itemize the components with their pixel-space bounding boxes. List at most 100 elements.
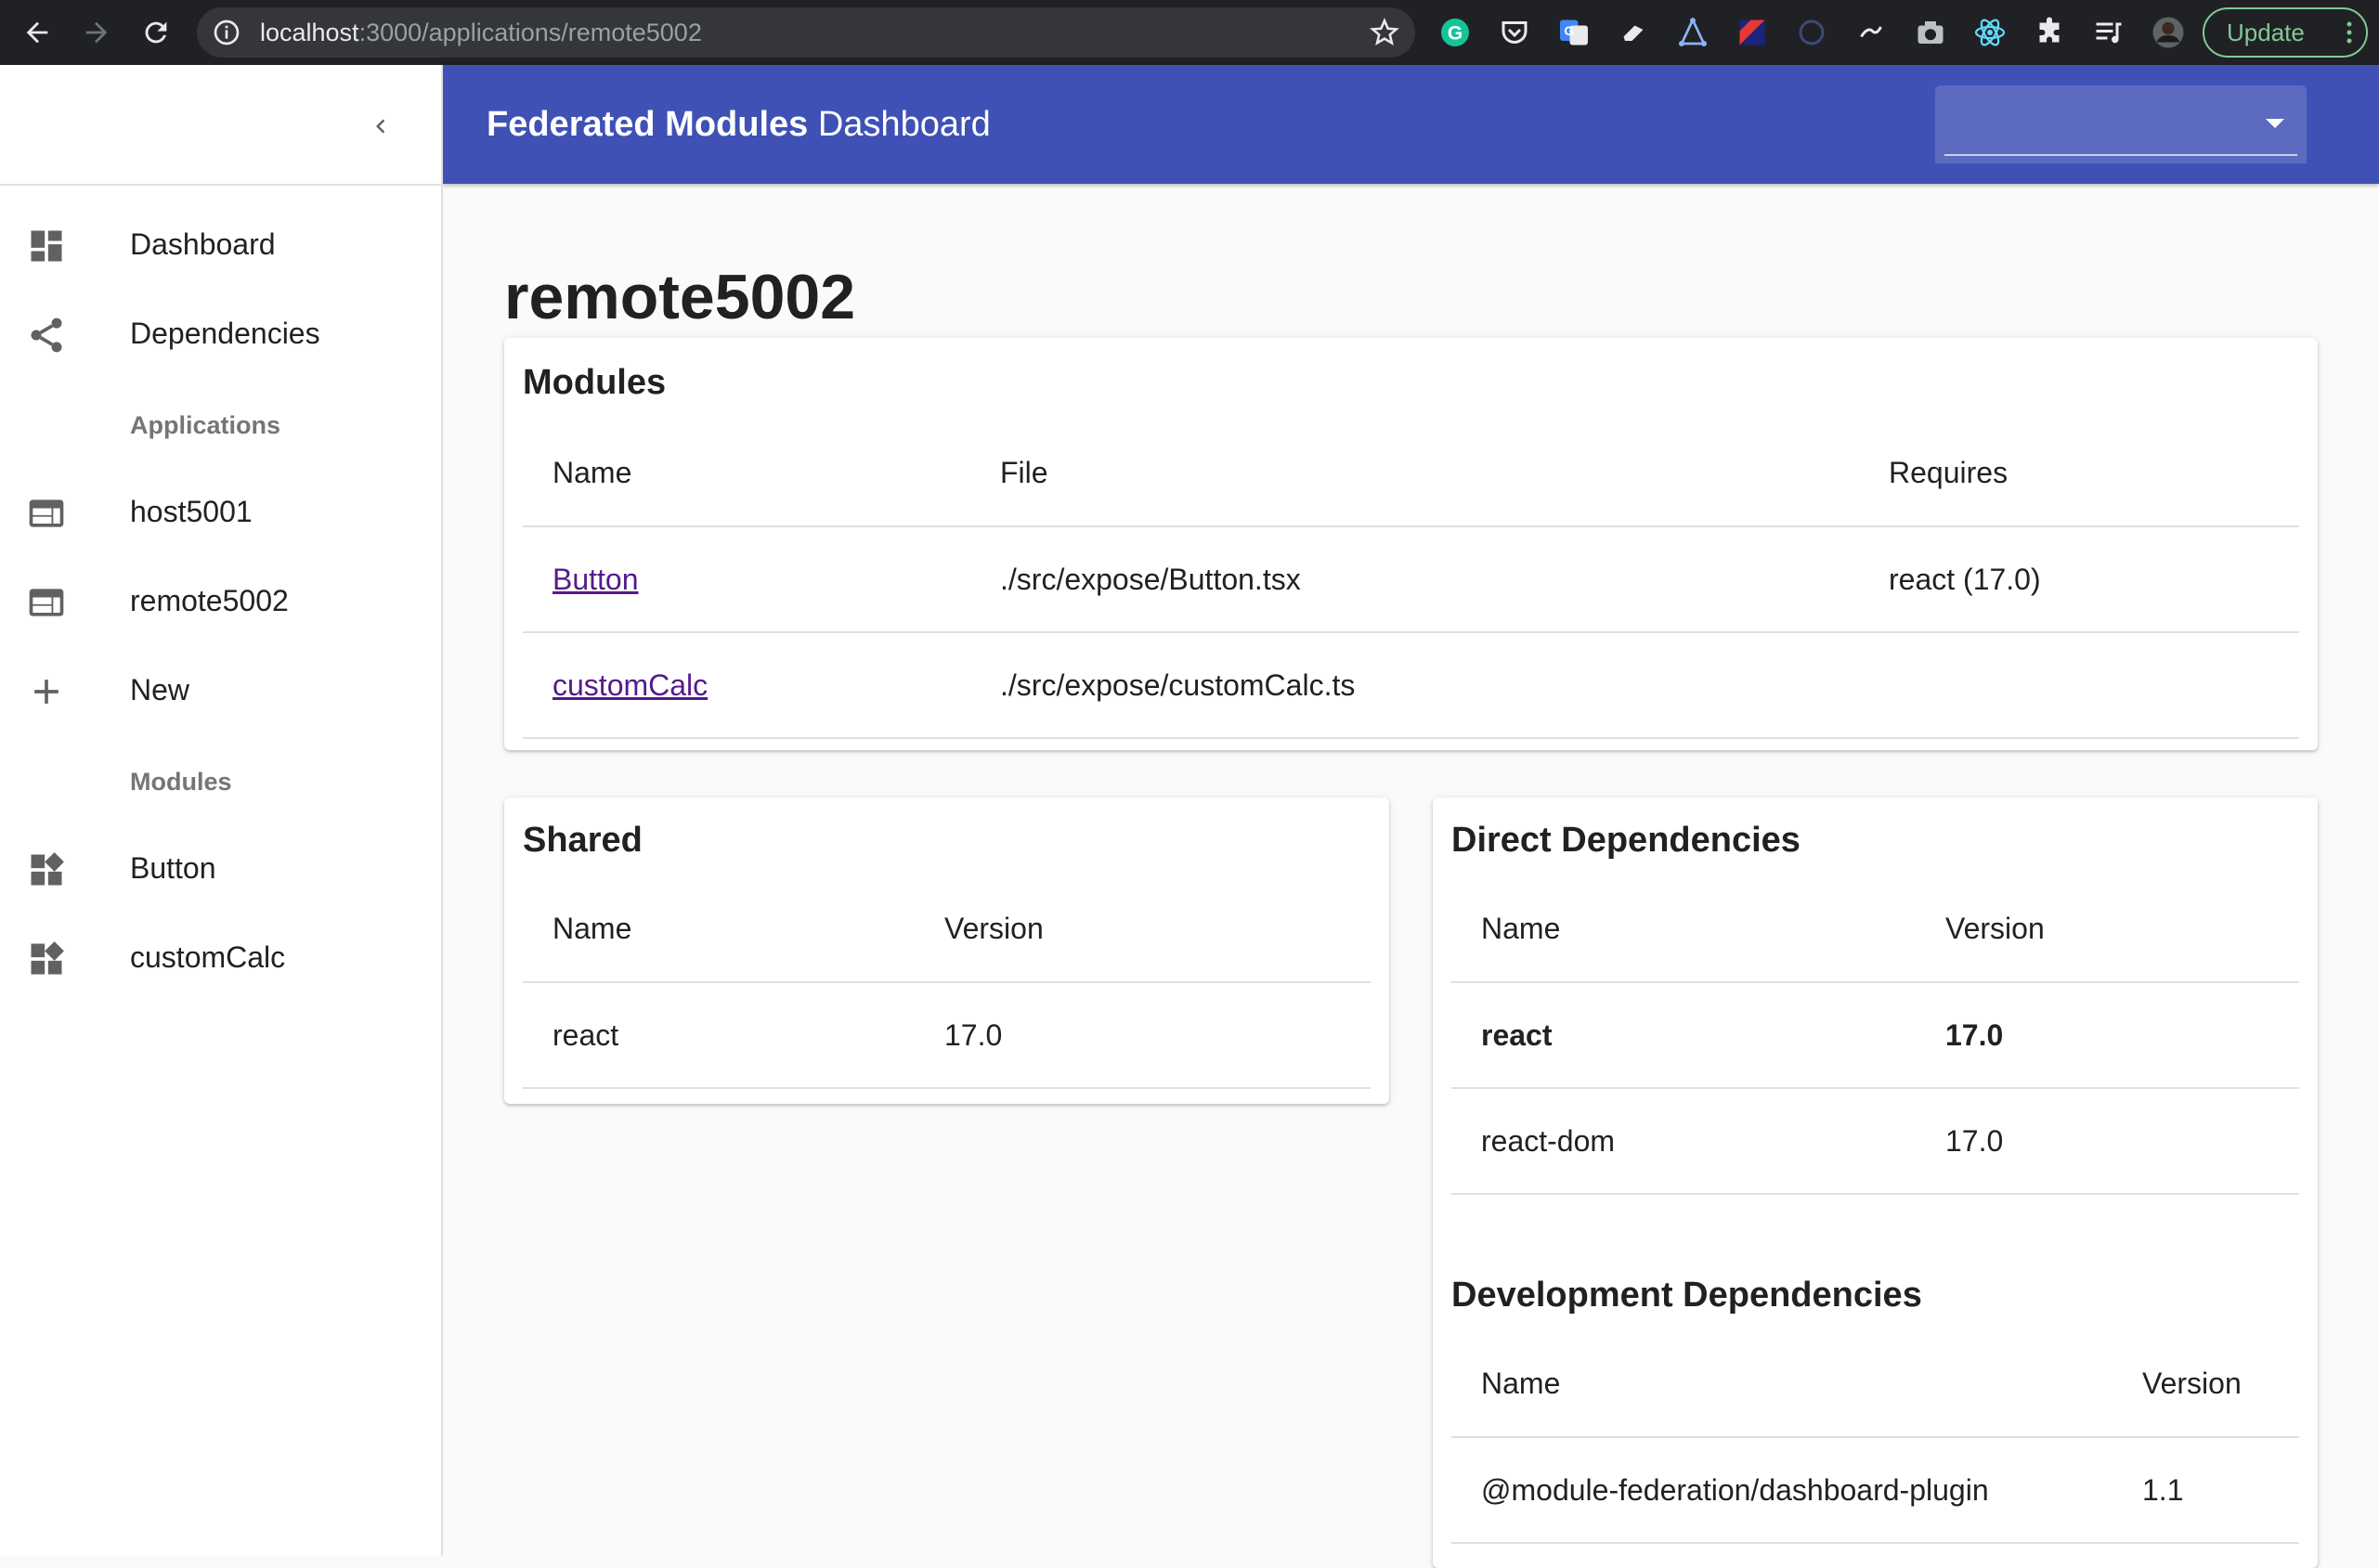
column-header-name: Name: [1451, 1331, 2112, 1438]
sidebar-item-dashboard[interactable]: Dashboard: [0, 200, 441, 289]
shared-table: Name Version react 17.0: [523, 876, 1371, 1089]
applications-subheader: Applications: [130, 411, 281, 439]
dev-dependency-version-cell: 1.1: [2112, 1437, 2299, 1544]
screenshot-extension[interactable]: [1914, 16, 1947, 49]
pocket-extension[interactable]: [1498, 16, 1531, 49]
sidebar-item-label: Dependencies: [130, 317, 320, 350]
forward-button[interactable]: [72, 8, 121, 57]
app-title: Federated Modules Dashboard: [487, 65, 991, 184]
column-header-requires: Requires: [1859, 421, 2299, 527]
select-underline: [1944, 154, 2297, 156]
circle-icon: [1799, 19, 1825, 45]
puzzle-icon: [2039, 17, 2060, 43]
avatar-icon: [2152, 17, 2184, 48]
module-link-customcalc[interactable]: customCalc: [552, 668, 708, 702]
eraser-extension[interactable]: [1617, 16, 1650, 49]
sidebar-item-label: remote5002: [130, 584, 289, 617]
collapse-sidebar-button[interactable]: [358, 104, 403, 149]
column-header-name: Name: [523, 421, 970, 527]
info-icon[interactable]: [212, 18, 241, 47]
column-header-name: Name: [523, 876, 915, 983]
module-file-cell: ./src/expose/Button.tsx: [970, 526, 1859, 633]
table-header-row: Name Version: [1451, 1331, 2299, 1438]
url-path: :3000/applications/remote5002: [358, 19, 702, 46]
svg-text:G: G: [1564, 24, 1574, 38]
column-header-version: Version: [1916, 876, 2299, 983]
react-devtools-extension[interactable]: [1973, 16, 2007, 49]
url-text[interactable]: localhost:3000/applications/remote5002: [260, 7, 702, 58]
app-title-bold: Federated Modules: [487, 105, 809, 144]
gesture-icon: [1860, 26, 1882, 38]
share-icon: [31, 317, 62, 353]
dependencies-card: Direct Dependencies Name Version react 1…: [1433, 797, 2318, 1568]
widgets-icon: [31, 852, 64, 886]
sidebar: Dashboard Dependencies Applications host…: [0, 65, 443, 1556]
sidebar-item-button[interactable]: Button: [0, 823, 441, 913]
development-dependencies-title: Development Dependencies: [1451, 1276, 1922, 1315]
reading-list-button[interactable]: [2092, 16, 2126, 49]
app-title-light: Dashboard: [817, 105, 991, 144]
table-header-row: Name Version: [523, 876, 1371, 983]
table-row: Button ./src/expose/Button.tsx react (17…: [523, 526, 2299, 633]
more-vert-icon: [2346, 21, 2352, 44]
svg-text:G: G: [1448, 23, 1462, 45]
add-icon: [34, 680, 58, 704]
table-header-row: Name Version: [1451, 876, 2299, 983]
development-dependencies-table: Name Version @module-federation/dashboar…: [1451, 1331, 2299, 1544]
address-bar[interactable]: localhost:3000/applications/remote5002: [197, 7, 1415, 58]
arrow-left-icon: [26, 21, 48, 44]
sidebar-item-label: Button: [130, 851, 216, 885]
react-icon: [1974, 19, 2006, 46]
reload-icon: [145, 21, 167, 44]
sidebar-item-customcalc[interactable]: customCalc: [0, 913, 441, 1002]
dev-dependency-name-cell: @module-federation/dashboard-plugin: [1451, 1437, 2112, 1544]
pocket-icon: [1502, 21, 1528, 44]
dim-extension[interactable]: [1795, 16, 1828, 49]
widgets-icon: [31, 941, 64, 975]
extensions-menu-button[interactable]: [2033, 16, 2066, 49]
gesture-extension[interactable]: [1854, 16, 1888, 49]
sidebar-item-new[interactable]: New: [0, 645, 441, 734]
queue-music-icon: [2096, 22, 2122, 44]
modules-table: Name File Requires Button ./src/expose/B…: [523, 421, 2299, 739]
shared-card-title: Shared: [523, 821, 643, 860]
table-row: react 17.0: [523, 982, 1371, 1089]
star-icon[interactable]: [1369, 17, 1400, 48]
modules-card-title: Modules: [523, 363, 667, 402]
grammarly-extension[interactable]: G: [1438, 16, 1472, 49]
module-name-cell: Button: [523, 526, 970, 633]
shared-version-cell: 17.0: [915, 982, 1371, 1089]
translate-extension[interactable]: G: [1557, 16, 1591, 49]
modules-subheader: Modules: [130, 768, 232, 796]
dependency-version-cell: 17.0: [1916, 1088, 2299, 1195]
dependency-name-cell: react-dom: [1451, 1088, 1916, 1195]
sidebar-item-label: Dashboard: [130, 227, 276, 261]
back-button[interactable]: [13, 8, 61, 57]
sidebar-item-dependencies[interactable]: Dependencies: [0, 289, 441, 378]
update-button[interactable]: Update: [2203, 7, 2368, 58]
reload-button[interactable]: [132, 8, 180, 57]
grammarly-icon: G: [1441, 19, 1469, 46]
browser-toolbar: localhost:3000/applications/remote5002 G…: [0, 0, 2379, 65]
sidebar-item-host5001[interactable]: host5001: [0, 467, 441, 556]
sidebar-item-remote5002[interactable]: remote5002: [0, 556, 441, 645]
color-extension[interactable]: [1736, 16, 1769, 49]
graph-extension[interactable]: [1676, 16, 1710, 49]
dependency-version-cell: 17.0: [1916, 982, 2299, 1089]
color-swatch-icon: [1739, 19, 1765, 45]
sidebar-item-label: customCalc: [130, 940, 286, 974]
camera-icon: [1918, 21, 1944, 44]
table-header-row: Name File Requires: [523, 421, 2299, 527]
dependency-name-cell: react: [1451, 982, 1916, 1089]
sidebar-item-label: New: [130, 673, 190, 706]
column-header-version: Version: [2112, 1331, 2299, 1438]
url-host: localhost: [260, 19, 359, 46]
profile-avatar[interactable]: [2152, 16, 2185, 49]
app-header: Federated Modules Dashboard: [442, 65, 2379, 184]
web-icon: [29, 499, 64, 527]
version-select[interactable]: [1935, 85, 2307, 163]
web-icon: [29, 589, 64, 616]
arrow-right-icon: [85, 21, 108, 44]
module-name-cell: customCalc: [523, 632, 970, 739]
module-link-button[interactable]: Button: [552, 563, 639, 596]
